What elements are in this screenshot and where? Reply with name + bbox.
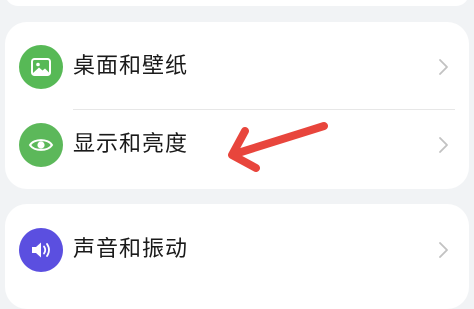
- settings-card-previous: [5, 0, 469, 6]
- chevron-right-icon: [439, 59, 448, 75]
- settings-card-sound-group: 声音和振动: [5, 204, 469, 309]
- speaker-icon: [19, 228, 63, 272]
- settings-card-display-group: 桌面和壁纸 显示和亮度: [5, 22, 469, 189]
- settings-item-label: 显示和亮度: [73, 132, 189, 157]
- settings-item-label: 桌面和壁纸: [73, 54, 189, 79]
- wallpaper-icon: [19, 45, 63, 89]
- settings-item-sound-vibration[interactable]: 声音和振动: [5, 209, 469, 291]
- settings-item-wallpaper[interactable]: 桌面和壁纸: [5, 26, 469, 110]
- chevron-right-icon: [439, 137, 448, 153]
- settings-item-display-brightness[interactable]: 显示和亮度: [5, 104, 469, 186]
- eye-icon: [19, 123, 63, 167]
- settings-item-label: 声音和振动: [73, 237, 189, 262]
- chevron-right-icon: [439, 242, 448, 258]
